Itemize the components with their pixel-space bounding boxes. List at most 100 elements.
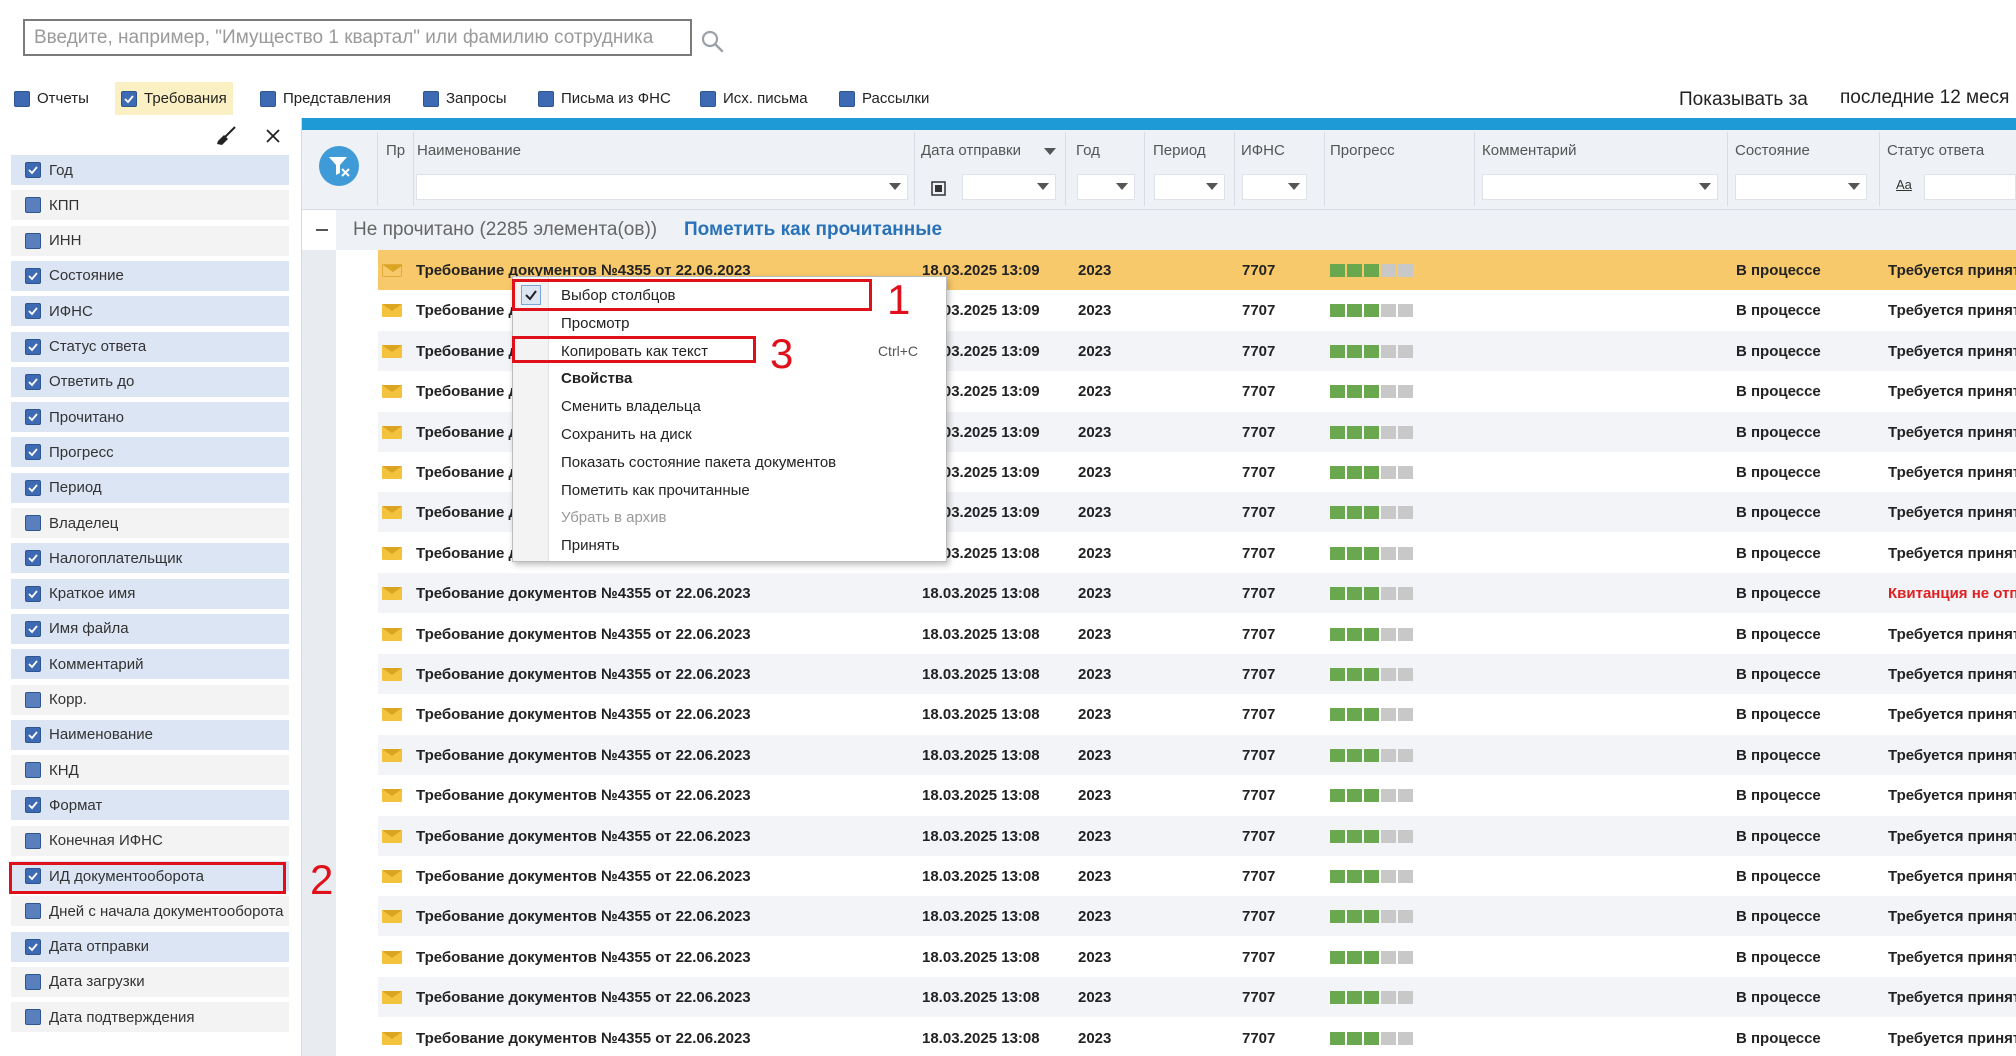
table-row[interactable]: Требование документов №4355 от 22.06.202… bbox=[378, 654, 2016, 694]
column-option[interactable]: Наименование bbox=[11, 719, 289, 750]
search-input[interactable] bbox=[25, 21, 690, 54]
col-header-progress[interactable]: Прогресс bbox=[1330, 142, 1395, 159]
col-header-answer[interactable]: Статус ответа bbox=[1887, 142, 1984, 159]
checkbox-checked-icon[interactable] bbox=[25, 338, 41, 355]
column-option[interactable]: Налогоплательщик bbox=[11, 543, 289, 574]
checkbox-checked-icon[interactable] bbox=[25, 479, 41, 496]
checkbox-icon[interactable] bbox=[25, 691, 41, 708]
checkbox-checked-icon[interactable] bbox=[25, 373, 41, 390]
checkbox-checked-icon[interactable] bbox=[121, 90, 137, 107]
column-option[interactable]: Конечная ИФНС bbox=[11, 825, 289, 856]
checkbox-icon[interactable] bbox=[260, 90, 276, 107]
filter-mailings[interactable]: Рассылки bbox=[839, 82, 929, 115]
checkbox-icon[interactable] bbox=[25, 1009, 41, 1026]
column-option[interactable]: КНД bbox=[11, 755, 289, 786]
table-row[interactable]: Требование документов №4355 от 22.06.202… bbox=[378, 936, 2016, 977]
table-row[interactable]: Требование документов №4355 от 22.06.202… bbox=[378, 613, 2016, 654]
column-option[interactable]: Прочитано bbox=[11, 402, 289, 433]
column-option[interactable]: Статус ответа bbox=[11, 331, 289, 362]
period-filter-input[interactable] bbox=[1154, 174, 1225, 200]
checkbox-checked-icon[interactable] bbox=[25, 162, 41, 178]
search-icon[interactable] bbox=[700, 29, 724, 53]
show-period-select[interactable]: последние 12 меся bbox=[1840, 87, 2009, 109]
answer-filter-input[interactable] bbox=[1924, 174, 2016, 200]
context-menu-item[interactable]: Просмотр bbox=[561, 315, 630, 332]
comment-filter-input[interactable] bbox=[1482, 174, 1718, 200]
checkbox-checked-icon[interactable] bbox=[25, 409, 41, 426]
col-header-name[interactable]: Наименование bbox=[417, 142, 521, 159]
column-option[interactable]: Прогресс bbox=[11, 437, 289, 468]
filter-representations[interactable]: Представления bbox=[260, 82, 391, 115]
checkbox-checked-icon[interactable] bbox=[25, 938, 41, 955]
table-row[interactable]: Требование документов №4355 от 22.06.202… bbox=[378, 896, 2016, 937]
checkbox-icon[interactable] bbox=[25, 973, 41, 990]
table-row[interactable]: Требование документов №4355 от 22.06.202… bbox=[378, 856, 2016, 896]
table-row[interactable]: Требование документов №4355 от 22.06.202… bbox=[378, 694, 2016, 735]
checkbox-checked-icon[interactable] bbox=[25, 585, 41, 602]
column-option[interactable]: Формат bbox=[11, 790, 289, 821]
year-filter-input[interactable] bbox=[1077, 174, 1135, 200]
column-option[interactable]: Состояние bbox=[11, 260, 289, 291]
context-menu-item[interactable]: Свойства bbox=[561, 370, 632, 387]
col-header-year[interactable]: Год bbox=[1076, 142, 1100, 159]
col-header-state[interactable]: Состояние bbox=[1735, 142, 1810, 159]
col-header-comment[interactable]: Комментарий bbox=[1482, 142, 1576, 159]
checkbox-checked-icon[interactable] bbox=[25, 303, 41, 320]
column-option[interactable]: Имя файла bbox=[11, 613, 289, 644]
checkbox-checked-icon[interactable] bbox=[25, 550, 41, 567]
filter-requirements[interactable]: Требования bbox=[115, 82, 233, 115]
column-option[interactable]: Корр. bbox=[11, 684, 289, 715]
mark-as-read-link[interactable]: Пометить как прочитанные bbox=[684, 219, 942, 241]
filter-outgoing-letters[interactable]: Исх. письма bbox=[700, 82, 808, 115]
collapse-group-icon[interactable] bbox=[316, 229, 328, 231]
column-option[interactable]: Дата отправки bbox=[11, 931, 289, 962]
column-option[interactable]: Комментарий bbox=[11, 649, 289, 680]
col-header-pr[interactable]: Пр bbox=[386, 142, 405, 159]
column-option[interactable]: Дней с начала документооборота bbox=[11, 896, 289, 927]
checkbox-icon[interactable] bbox=[25, 762, 41, 779]
column-option[interactable]: Краткое имя bbox=[11, 578, 289, 609]
checkbox-icon[interactable] bbox=[25, 232, 41, 249]
column-option[interactable]: Ответить до bbox=[11, 366, 289, 397]
table-row[interactable]: Требование документов №4355 от 22.06.202… bbox=[378, 815, 2016, 856]
broom-icon[interactable] bbox=[215, 125, 237, 147]
date-select-icon[interactable] bbox=[931, 181, 946, 196]
column-option[interactable]: ИФНС bbox=[11, 296, 289, 327]
column-option[interactable]: Год bbox=[11, 155, 289, 185]
clear-filter-button[interactable] bbox=[319, 146, 359, 186]
column-option[interactable]: Период bbox=[11, 472, 289, 503]
checkbox-checked-icon[interactable] bbox=[25, 726, 41, 743]
table-row[interactable]: Требование документов №4355 от 22.06.202… bbox=[378, 775, 2016, 816]
checkbox-icon[interactable] bbox=[423, 90, 439, 107]
checkbox-icon[interactable] bbox=[700, 90, 716, 107]
context-menu-item[interactable]: Показать состояние пакета документов bbox=[561, 454, 836, 471]
column-option[interactable]: ИНН bbox=[11, 225, 289, 256]
checkbox-checked-icon[interactable] bbox=[25, 444, 41, 461]
ifns-filter-input[interactable] bbox=[1242, 174, 1307, 200]
context-menu-item[interactable]: Сохранить на диск bbox=[561, 426, 692, 443]
col-header-period[interactable]: Период bbox=[1153, 142, 1206, 159]
col-header-date[interactable]: Дата отправки bbox=[921, 142, 1021, 159]
checkbox-icon[interactable] bbox=[25, 515, 41, 531]
column-option[interactable]: Дата подтверждения bbox=[11, 1002, 289, 1033]
checkbox-checked-icon[interactable] bbox=[25, 620, 41, 637]
name-filter-input[interactable] bbox=[416, 174, 908, 200]
sort-desc-icon[interactable] bbox=[1044, 148, 1056, 155]
table-row[interactable]: Требование документов №4355 от 22.06.202… bbox=[378, 1017, 2016, 1056]
column-option[interactable]: Владелец bbox=[11, 508, 289, 538]
column-option[interactable]: Дата загрузки bbox=[11, 966, 289, 997]
text-filter-icon[interactable]: Aa bbox=[1896, 177, 1912, 192]
filter-fns-letters[interactable]: Письма из ФНС bbox=[538, 82, 671, 115]
column-option[interactable]: КПП bbox=[11, 190, 289, 221]
checkbox-checked-icon[interactable] bbox=[25, 797, 41, 814]
checkbox-checked-icon[interactable] bbox=[25, 267, 41, 284]
col-header-ifns[interactable]: ИФНС bbox=[1241, 142, 1285, 159]
state-filter-input[interactable] bbox=[1735, 174, 1867, 200]
checkbox-icon[interactable] bbox=[538, 90, 554, 107]
filter-reports[interactable]: Отчеты bbox=[14, 82, 89, 115]
table-row[interactable]: Требование документов №4355 от 22.06.202… bbox=[378, 734, 2016, 775]
close-icon[interactable] bbox=[265, 128, 281, 144]
context-menu-item[interactable]: Сменить владельца bbox=[561, 398, 701, 415]
checkbox-icon[interactable] bbox=[14, 90, 30, 107]
checkbox-icon[interactable] bbox=[25, 903, 41, 920]
